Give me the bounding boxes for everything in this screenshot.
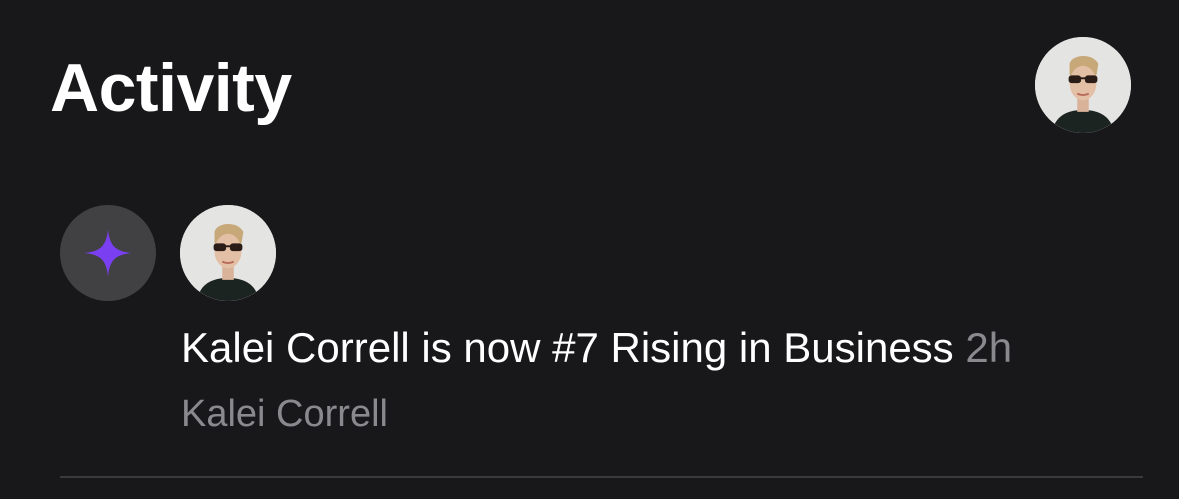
activity-badge <box>60 205 156 301</box>
user-photo-icon <box>1035 37 1131 133</box>
profile-avatar[interactable] <box>1035 37 1131 133</box>
activity-screen: Activity Kalei Correll is now #7 Rising … <box>0 0 1179 499</box>
activity-timestamp: 2h <box>965 324 1013 371</box>
user-photo-icon <box>180 205 276 301</box>
sparkle-icon <box>84 229 132 277</box>
activity-actor-name[interactable]: Kalei Correll <box>181 390 388 438</box>
activity-message-row[interactable]: Kalei Correll is now #7 Rising in Busine… <box>181 322 1012 374</box>
page-title: Activity <box>50 50 292 126</box>
activity-message: Kalei Correll is now #7 Rising in Busine… <box>181 324 954 371</box>
actor-avatar[interactable] <box>180 205 276 301</box>
divider <box>60 476 1143 478</box>
